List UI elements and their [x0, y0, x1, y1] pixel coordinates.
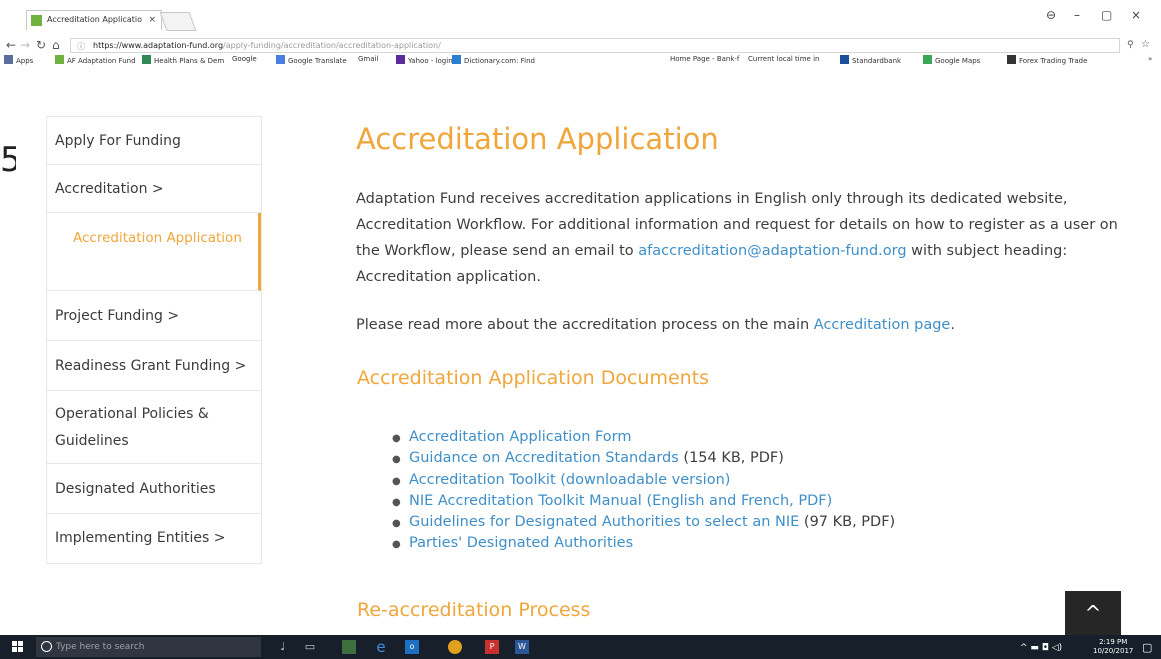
profile-icon[interactable]: ⊖ — [1046, 8, 1056, 22]
browser-tab[interactable]: Accreditation Applicatio × — [26, 10, 162, 30]
info-icon[interactable]: ⓘ — [77, 41, 85, 52]
list-item: ● Accreditation Toolkit (downloadable ver… — [392, 471, 731, 488]
list-item: ● Accreditation Application Form — [392, 429, 632, 445]
sidebar-item-accreditation[interactable]: Accreditation > — [47, 165, 261, 213]
microphone-icon[interactable]: ♩ — [276, 640, 290, 654]
bookmark-overflow[interactable]: » — [1148, 55, 1152, 63]
back-icon[interactable]: ← — [6, 38, 16, 52]
intro-paragraph: Adaptation Fund receives accreditation a… — [356, 191, 1118, 285]
close-window-icon[interactable]: × — [1131, 8, 1141, 22]
bookmark-translate[interactable]: Google Translate — [276, 55, 347, 65]
bookmark-time[interactable]: Current local time in — [748, 55, 819, 63]
forward-icon[interactable]: → — [20, 38, 30, 52]
sidebar-item-apply-for-funding[interactable]: Apply For Funding — [47, 117, 261, 165]
sidebar-item-accreditation-application[interactable]: Accreditation Application — [47, 213, 261, 291]
outlook-icon[interactable]: o — [405, 640, 419, 654]
home-icon[interactable]: ⌂ — [52, 38, 60, 52]
documents-heading: Accreditation Application Documents — [357, 367, 710, 389]
sidebar-item-readiness-grant-funding[interactable]: Readiness Grant Funding > — [47, 341, 261, 391]
documents-list: ● Accreditation Application Form ● Guidanc… — [392, 427, 895, 555]
reload-icon[interactable]: ↻ — [36, 38, 46, 52]
edge-icon[interactable]: e — [374, 640, 388, 655]
bookmark-health[interactable]: Health Plans & Dem — [142, 55, 224, 65]
doc-link[interactable]: Accreditation Application Form — [409, 429, 632, 445]
maximize-icon[interactable]: ▢ — [1101, 8, 1112, 22]
bookmark-dictionary[interactable]: Dictionary.com: Find — [452, 55, 535, 65]
bookmark-star-icon[interactable]: ☆ — [1141, 39, 1150, 50]
cortana-icon — [41, 641, 52, 652]
accreditation-page-link[interactable]: Accreditation page — [814, 317, 951, 333]
list-item: ● Guidance on Accreditation Standards (15… — [392, 450, 784, 467]
email-link[interactable]: afaccreditation@adaptation-fund.org — [638, 243, 906, 259]
bookmark-af[interactable]: AF Adaptation Fund — [55, 55, 136, 65]
minimize-icon[interactable]: – — [1074, 8, 1080, 22]
reaccreditation-heading: Re-accreditation Process — [357, 599, 591, 621]
bookmark-standardbank[interactable]: Standardbank — [840, 55, 901, 65]
list-item: ● NIE Accreditation Toolkit Manual (Engli… — [392, 492, 833, 509]
address-bar[interactable]: ⓘ https://www.adaptation-fund.org/apply-… — [70, 38, 1120, 53]
page-title: Accreditation Application — [356, 122, 719, 156]
chrome-icon[interactable] — [448, 640, 462, 654]
sidebar-item-operational-policies[interactable]: Operational Policies & Guidelines — [47, 391, 261, 464]
tab-title: Accreditation Applicatio — [47, 15, 142, 24]
list-item: ● Guidelines for Designated Authorities t… — [392, 514, 896, 531]
read-more-paragraph: Please read more about the accreditation… — [356, 317, 955, 333]
sidebar-nav: Apply For Funding Accreditation > Accred… — [46, 116, 262, 564]
doc-link[interactable]: Accreditation Toolkit (downloadable vers… — [409, 472, 730, 488]
sidebar-item-implementing-entities[interactable]: Implementing Entities > — [47, 514, 261, 563]
bookmark-google[interactable]: Google — [232, 55, 257, 63]
new-tab-button[interactable] — [159, 12, 197, 31]
store-icon[interactable] — [342, 640, 356, 654]
bookmark-maps[interactable]: Google Maps — [923, 55, 980, 65]
site-favicon-icon — [31, 15, 42, 26]
zoom-icon[interactable]: ⚲ — [1127, 40, 1134, 50]
bookmark-bank[interactable]: Home Page - Bank-f — [670, 55, 739, 63]
taskbar-search-input[interactable]: Type here to search — [36, 637, 261, 657]
url-host: https://www.adaptation-fund.org — [93, 41, 224, 50]
doc-link[interactable]: Guidance on Accreditation Standards — [409, 450, 679, 466]
doc-link[interactable]: Parties' Designated Authorities — [409, 535, 633, 551]
clock[interactable]: 2:19 PM 10/20/2017 — [1093, 638, 1133, 656]
doc-link[interactable]: NIE Accreditation Toolkit Manual (Englis… — [409, 493, 832, 509]
tab-close-icon[interactable]: × — [148, 15, 156, 25]
task-view-icon[interactable]: ▭ — [303, 640, 317, 654]
bookmark-gmail[interactable]: Gmail — [358, 55, 378, 63]
word-icon[interactable]: W — [515, 640, 529, 654]
doc-link[interactable]: Guidelines for Designated Authorities to… — [409, 514, 799, 530]
sidebar-item-project-funding[interactable]: Project Funding > — [47, 291, 261, 341]
tray-icons[interactable]: ^ ▬ ◘ ◁) — [1020, 643, 1062, 653]
cut-off-glyph: 5 — [0, 140, 16, 180]
bookmark-apps[interactable]: Apps — [4, 55, 33, 65]
windows-start-icon[interactable] — [12, 641, 24, 653]
powerpoint-icon[interactable]: P — [485, 640, 499, 654]
scroll-to-top-button[interactable]: ^ — [1065, 591, 1121, 635]
list-item: ● Parties' Designated Authorities — [392, 535, 634, 552]
bookmark-forex[interactable]: Forex Trading Trade — [1007, 55, 1087, 65]
notifications-icon[interactable]: ▢ — [1142, 641, 1152, 654]
url-path: /apply-funding/accreditation/accreditati… — [223, 41, 441, 50]
sidebar-item-designated-authorities[interactable]: Designated Authorities — [47, 464, 261, 514]
chevron-up-icon: ^ — [1084, 601, 1102, 625]
bookmark-yahoo[interactable]: Yahoo - login — [396, 55, 453, 65]
